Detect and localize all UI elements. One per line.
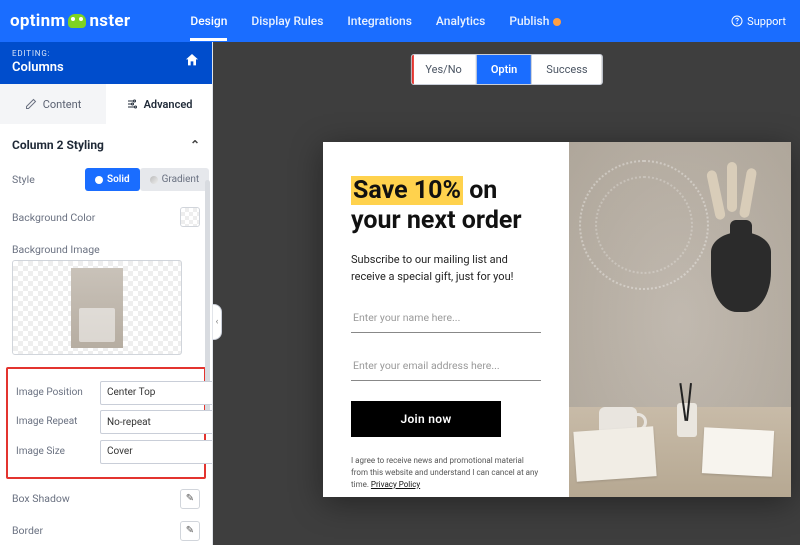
image-repeat-select[interactable] [100,410,212,434]
popup-image-column[interactable] [569,142,791,497]
nav-display-rules[interactable]: Display Rules [251,1,323,41]
sidebar-collapse-handle[interactable]: ‹ [213,304,222,340]
decor-pens [677,403,697,437]
sidebar-tabs: Content Advanced [0,84,212,124]
bg-image-preview[interactable] [12,260,182,355]
design-canvas: ‹ Yes/No Optin Success ✕ Save 10% on you… [213,42,800,545]
decor-paper [573,426,656,481]
section-column-styling[interactable]: Column 2 Styling ⌃ [0,124,212,164]
popup-content-column: Save 10% on your next order Subscribe to… [323,142,569,497]
support-link[interactable]: Support [731,15,786,28]
decor-paper2 [702,427,774,477]
name-input[interactable] [351,303,541,333]
email-input[interactable] [351,351,541,381]
border-row[interactable]: Border ✎ [0,515,212,545]
solid-swatch-icon [95,176,103,184]
editing-context-bar: EDITING: Columns [0,42,212,84]
tab-advanced[interactable]: Advanced [106,84,212,124]
image-size-label: Image Size [16,446,94,457]
gradient-swatch-icon [150,176,158,184]
decor-vase [711,232,771,312]
home-icon[interactable] [184,52,200,72]
image-size-select[interactable] [100,440,212,464]
style-solid-button[interactable]: Solid [85,168,140,191]
bg-image-label: Background Image [12,243,200,256]
view-success[interactable]: Success [531,55,601,84]
settings-panel: Column 2 Styling ⌃ Style Solid Gradient … [0,124,212,545]
tab-content[interactable]: Content [0,84,106,124]
join-now-button[interactable]: Join now [351,401,501,437]
chevron-up-icon: ⌃ [190,138,200,152]
image-position-label: Image Position [16,387,94,398]
sliders-icon [126,98,138,110]
popup-headline[interactable]: Save 10% on your next order [351,176,541,236]
editing-title: Columns [12,60,64,75]
box-shadow-row[interactable]: Box Shadow ✎ [0,483,212,515]
decor-mandala [579,160,709,290]
privacy-policy-link[interactable]: Privacy Policy [371,480,420,489]
monster-icon [68,14,86,28]
nav-design[interactable]: Design [190,1,227,41]
pencil-icon: ✎ [180,489,200,509]
editing-label: EDITING: [12,49,64,58]
brand-logo: optinmnster [10,11,130,31]
optin-popup[interactable]: ✕ Save 10% on your next order Subscribe … [323,142,791,497]
view-switch: Yes/No Optin Success [410,54,602,85]
nav-publish[interactable]: Publish [509,1,561,41]
publish-status-dot [553,18,561,26]
top-bar: optinmnster Design Display Rules Integra… [0,0,800,42]
highlighted-image-settings: Image Position Image Repeat Image Size [6,367,206,479]
style-toggle: Solid Gradient [85,168,209,191]
image-position-select[interactable] [100,381,212,405]
bg-color-swatch[interactable] [180,207,200,227]
settings-sidebar: EDITING: Columns Content Advanced Column… [0,42,213,545]
nav-analytics[interactable]: Analytics [436,1,485,41]
bg-color-label: Background Color [12,211,95,224]
consent-text[interactable]: I agree to receive news and promotional … [351,455,541,491]
image-repeat-label: Image Repeat [16,416,94,427]
pencil-icon: ✎ [180,521,200,541]
view-optin[interactable]: Optin [476,55,531,84]
pencil-icon [25,98,37,110]
view-yesno[interactable]: Yes/No [411,55,475,84]
help-icon [731,15,743,27]
primary-nav: Design Display Rules Integrations Analyt… [190,0,561,42]
style-label: Style [12,173,77,186]
nav-integrations[interactable]: Integrations [347,1,412,41]
style-gradient-button[interactable]: Gradient [140,168,210,191]
popup-subhead[interactable]: Subscribe to our mailing list and receiv… [351,252,541,285]
